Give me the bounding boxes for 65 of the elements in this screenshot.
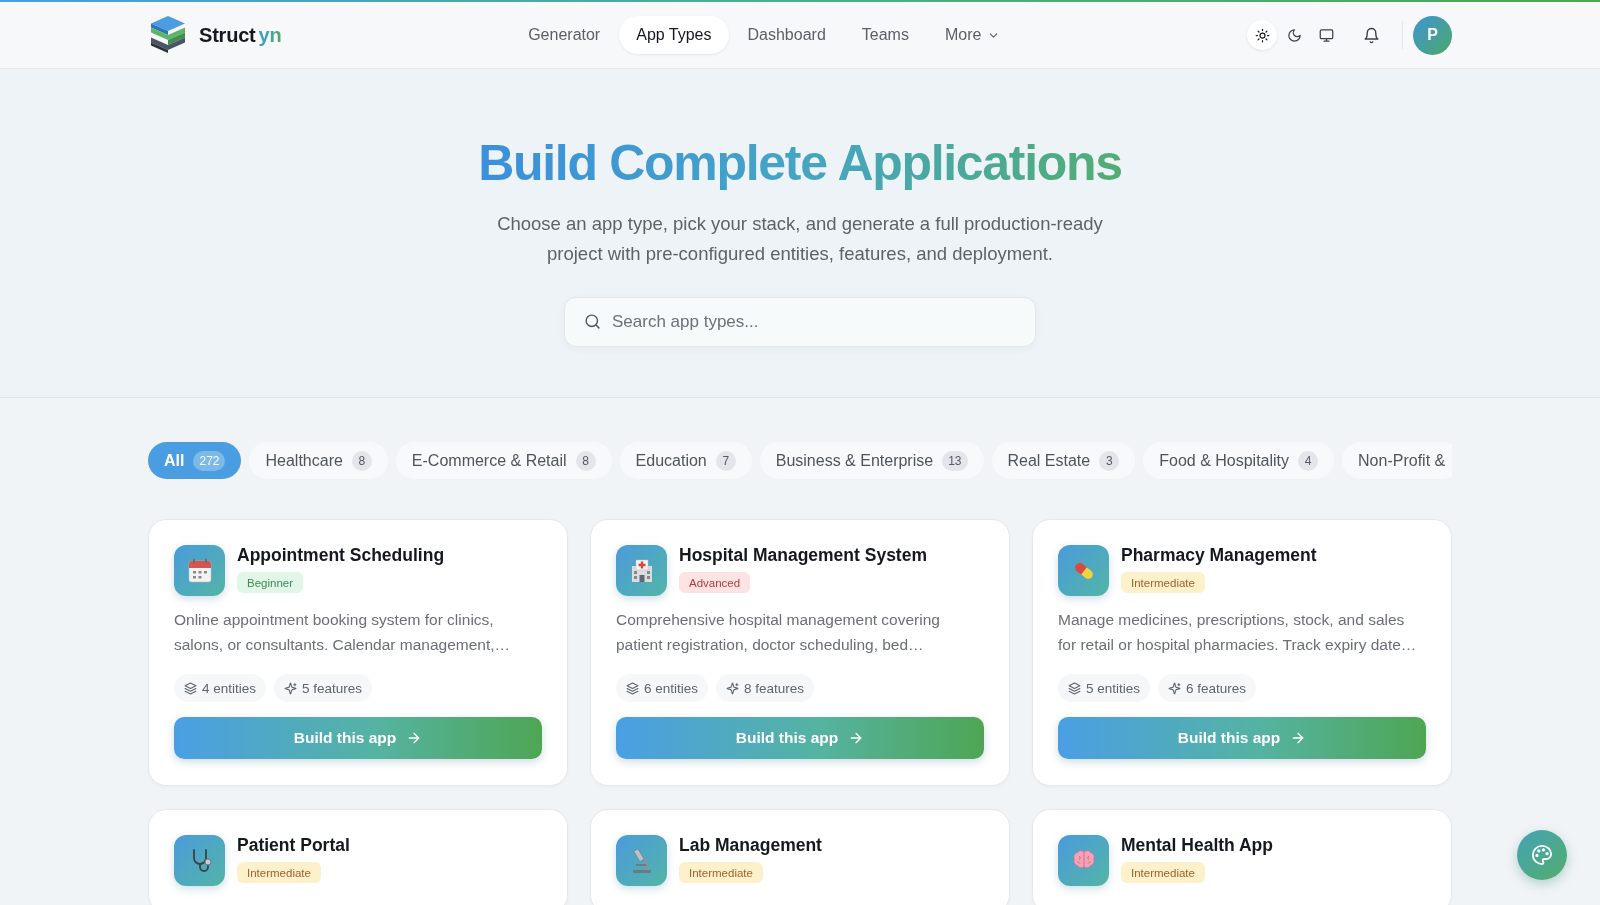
layers-icon (184, 681, 197, 695)
category-tab[interactable]: Real Estate 3 (991, 442, 1136, 479)
app-title: Patient Portal (237, 834, 350, 856)
microscope-icon (616, 835, 667, 886)
app-description: Comprehensive hospital management covering patient registration, doctor scheduling, bed… (616, 610, 941, 655)
features-count: 5 features (302, 680, 363, 696)
category-tab[interactable]: Education 7 (619, 442, 752, 479)
moon-icon (1286, 27, 1302, 43)
search-field[interactable]: Search app types... (564, 297, 1036, 347)
difficulty-badge: Advanced (679, 572, 751, 593)
count-badge: 7 (715, 450, 736, 471)
count-badge: 13 (942, 450, 968, 471)
palette-icon (1531, 844, 1553, 866)
features-count: 8 features (744, 680, 805, 696)
app-title: Hospital Management System (679, 544, 927, 566)
difficulty-badge: Intermediate (1121, 862, 1205, 883)
app-title: Mental Health App (1121, 834, 1273, 856)
hero-subtitle: Choose an app type, pick your stack, and generate a full production-ready project with pre-configured entities, features, and deployment. (496, 212, 1104, 266)
app-title: Appointment Scheduling (237, 544, 445, 566)
monitor-icon (1318, 27, 1334, 43)
brand-name: Structyn (199, 23, 282, 47)
nav-link[interactable]: More (927, 16, 1018, 54)
count-badge: 8 (575, 450, 596, 471)
brain-icon (1058, 835, 1109, 886)
app-description: Online appointment booking system for clinics, salons, or consultants. Calendar management,… (174, 610, 511, 655)
sun-icon (1254, 27, 1270, 43)
entities-count: 4 entities (202, 680, 257, 696)
light-mode-button[interactable] (1247, 20, 1277, 50)
count-badge: 8 (351, 450, 372, 471)
count-badge: 3 (1099, 450, 1120, 471)
category-tab[interactable]: E-Commerce & Retail 8 (395, 442, 612, 479)
nav-link[interactable]: App Types (619, 16, 729, 54)
calendar-icon (174, 545, 225, 596)
app-title: Pharmacy Management (1121, 544, 1317, 566)
bell-icon (1362, 26, 1380, 44)
search-icon (584, 313, 601, 330)
logo-icon (148, 14, 188, 56)
entities-count: 5 entities (1086, 680, 1141, 696)
stethoscope-icon (174, 835, 225, 886)
nav-link[interactable]: Teams (844, 16, 926, 54)
layers-icon (1068, 681, 1081, 695)
entities-count: 6 entities (644, 680, 699, 696)
sparkles-icon (726, 681, 740, 695)
user-avatar[interactable]: P (1413, 15, 1452, 55)
difficulty-badge: Intermediate (679, 862, 763, 883)
difficulty-badge: Intermediate (1121, 572, 1205, 593)
category-tab[interactable]: Healthcare 8 (249, 442, 388, 479)
nav-link[interactable]: Dashboard (730, 16, 843, 54)
app-description: Manage medicines, prescriptions, stock, and sales for retail or hospital pharmacies. Track expiry date… (1058, 610, 1418, 655)
palette-button[interactable] (1517, 830, 1567, 880)
category-tab[interactable]: Food & Hospitality 4 (1143, 442, 1335, 479)
category-tab[interactable]: Non-Profit & (1342, 442, 1452, 479)
app-title: Lab Management (679, 834, 822, 856)
difficulty-badge: Intermediate (237, 862, 321, 883)
features-count: 6 features (1186, 680, 1247, 696)
nav-link[interactable]: Generator (511, 16, 618, 54)
layers-icon (626, 681, 639, 695)
sparkles-icon (1168, 681, 1182, 695)
count-badge: 4 (1298, 450, 1319, 471)
hospital-icon (616, 545, 667, 596)
sparkles-icon (284, 681, 298, 695)
pill-icon (1058, 545, 1109, 596)
count-badge: 272 (193, 450, 226, 471)
category-tab[interactable]: Business & Enterprise 13 (759, 442, 984, 479)
difficulty-badge: Beginner (237, 572, 304, 593)
